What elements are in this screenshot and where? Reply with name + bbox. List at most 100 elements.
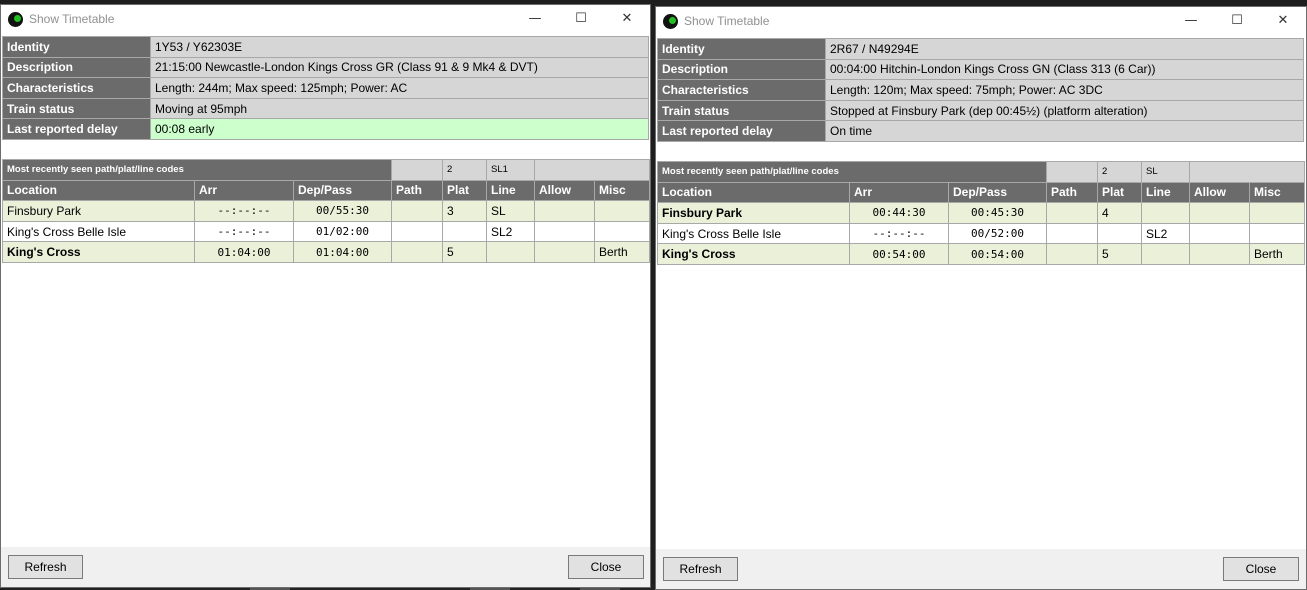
column-header-plat: Plat — [1097, 181, 1142, 204]
info-row-identity: Identity 2R67 / N49294E — [657, 38, 1304, 60]
line-cell — [1141, 202, 1190, 224]
line-cell: SL2 — [1141, 222, 1190, 245]
info-row-identity: Identity 1Y53 / Y62303E — [2, 36, 649, 58]
column-header-misc: Misc — [594, 179, 650, 202]
misc-cell: Berth — [1249, 243, 1305, 265]
line-cell: SL2 — [486, 220, 535, 243]
timetable-window-2r67[interactable]: Show Timetable — ☐ ✕ Identity 2R67 / N49… — [655, 6, 1307, 590]
info-label: Description — [657, 58, 826, 81]
close-icon[interactable]: ✕ — [604, 5, 650, 33]
arr-cell: --:--:-- — [849, 222, 949, 245]
allow-cell — [534, 200, 595, 222]
codes-path — [1046, 160, 1098, 183]
column-header-location: Location — [2, 179, 195, 202]
column-header-arr: Arr — [194, 179, 294, 202]
delay-value: 00:08 early — [150, 118, 649, 140]
train-info-table: Identity 1Y53 / Y62303E Description 21:1… — [2, 36, 649, 140]
info-label: Characteristics — [657, 79, 826, 101]
location-cell: King's Cross — [2, 241, 195, 263]
arr-cell: 00:44:30 — [849, 202, 949, 224]
path-cell — [1046, 202, 1098, 224]
codes-path — [391, 158, 443, 181]
dep-cell: 01:04:00 — [293, 241, 392, 263]
info-value: Length: 244m; Max speed: 125mph; Power: … — [150, 77, 649, 99]
info-value: 00:04:00 Hitchin-London Kings Cross GN (… — [825, 58, 1304, 81]
plat-cell: 5 — [1097, 243, 1142, 265]
info-row-delay: Last reported delay On time — [657, 120, 1304, 142]
info-row-characteristics: Characteristics Length: 244m; Max speed:… — [2, 77, 649, 99]
table-row[interactable]: King's Cross 00:54:00 00:54:00 5 Berth — [657, 243, 1305, 265]
train-app-icon — [663, 14, 678, 29]
close-button[interactable]: Close — [1223, 557, 1299, 581]
info-row-train-status: Train status Moving at 95mph — [2, 97, 649, 120]
dep-cell: 00/52:00 — [948, 222, 1047, 245]
column-header-dep: Dep/Pass — [948, 181, 1047, 204]
misc-cell — [594, 200, 650, 222]
location-cell: Finsbury Park — [2, 200, 195, 222]
window-content: Identity 2R67 / N49294E Description 00:0… — [656, 35, 1306, 549]
column-header-line: Line — [486, 179, 535, 202]
column-header-misc: Misc — [1249, 181, 1305, 204]
allow-cell — [534, 241, 595, 263]
info-value: Moving at 95mph — [150, 97, 649, 120]
path-cell — [391, 220, 443, 243]
codes-row: Most recently seen path/plat/line codes … — [657, 160, 1305, 183]
refresh-button[interactable]: Refresh — [8, 555, 83, 579]
timetable-table: Most recently seen path/plat/line codes … — [2, 158, 650, 263]
path-cell — [1046, 243, 1098, 265]
line-cell: SL — [486, 200, 535, 222]
info-row-delay: Last reported delay 00:08 early — [2, 118, 649, 140]
timetable-table: Most recently seen path/plat/line codes … — [657, 160, 1305, 265]
column-header-location: Location — [657, 181, 850, 204]
info-row-train-status: Train status Stopped at Finsbury Park (d… — [657, 99, 1304, 122]
arr-cell: 01:04:00 — [194, 241, 294, 263]
info-label: Last reported delay — [657, 120, 826, 142]
location-cell: King's Cross Belle Isle — [657, 222, 850, 245]
refresh-button[interactable]: Refresh — [663, 557, 738, 581]
arr-cell: 00:54:00 — [849, 243, 949, 265]
allow-cell — [1189, 243, 1250, 265]
info-row-description: Description 00:04:00 Hitchin-London King… — [657, 58, 1304, 81]
misc-cell — [1249, 202, 1305, 224]
codes-allow — [1189, 160, 1305, 183]
close-button[interactable]: Close — [568, 555, 644, 579]
timetable-window-1y53[interactable]: Show Timetable — ☐ ✕ Identity 1Y53 / Y62… — [0, 4, 651, 588]
table-row[interactable]: King's Cross 01:04:00 01:04:00 5 Berth — [2, 241, 650, 263]
dep-cell: 00:45:30 — [948, 202, 1047, 224]
title-bar[interactable]: Show Timetable — ☐ ✕ — [1, 5, 650, 33]
codes-plat: 2 — [442, 158, 487, 181]
plat-cell: 3 — [442, 200, 487, 222]
allow-cell — [1189, 202, 1250, 224]
table-row[interactable]: Finsbury Park 00:44:30 00:45:30 4 — [657, 202, 1305, 224]
window-title: Show Timetable — [29, 12, 115, 26]
allow-cell — [534, 220, 595, 243]
info-value: 1Y53 / Y62303E — [150, 36, 649, 58]
codes-allow — [534, 158, 650, 181]
title-bar[interactable]: Show Timetable — ☐ ✕ — [656, 7, 1306, 35]
dep-cell: 00/55:30 — [293, 200, 392, 222]
column-header-row: Location Arr Dep/Pass Path Plat Line All… — [657, 181, 1305, 204]
info-label: Identity — [657, 38, 826, 60]
location-cell: King's Cross — [657, 243, 850, 265]
plat-cell: 4 — [1097, 202, 1142, 224]
table-row[interactable]: Finsbury Park --:--:-- 00/55:30 3 SL — [2, 200, 650, 222]
maximize-icon[interactable]: ☐ — [558, 5, 604, 33]
info-label: Train status — [2, 97, 151, 120]
minimize-icon[interactable]: — — [1168, 7, 1214, 35]
info-value: Stopped at Finsbury Park (dep 00:45½) (p… — [825, 99, 1304, 122]
location-cell: Finsbury Park — [657, 202, 850, 224]
arr-cell: --:--:-- — [194, 220, 294, 243]
location-cell: King's Cross Belle Isle — [2, 220, 195, 243]
table-row[interactable]: King's Cross Belle Isle --:--:-- 01/02:0… — [2, 220, 650, 243]
maximize-icon[interactable]: ☐ — [1214, 7, 1260, 35]
close-icon[interactable]: ✕ — [1260, 7, 1306, 35]
info-value: Length: 120m; Max speed: 75mph; Power: A… — [825, 79, 1304, 101]
minimize-icon[interactable]: — — [512, 5, 558, 33]
column-header-line: Line — [1141, 181, 1190, 204]
info-label: Train status — [657, 99, 826, 122]
info-value: 21:15:00 Newcastle-London Kings Cross GR… — [150, 56, 649, 79]
table-row[interactable]: King's Cross Belle Isle --:--:-- 00/52:0… — [657, 222, 1305, 245]
codes-label: Most recently seen path/plat/line codes — [657, 160, 1047, 183]
codes-plat: 2 — [1097, 160, 1142, 183]
allow-cell — [1189, 222, 1250, 245]
